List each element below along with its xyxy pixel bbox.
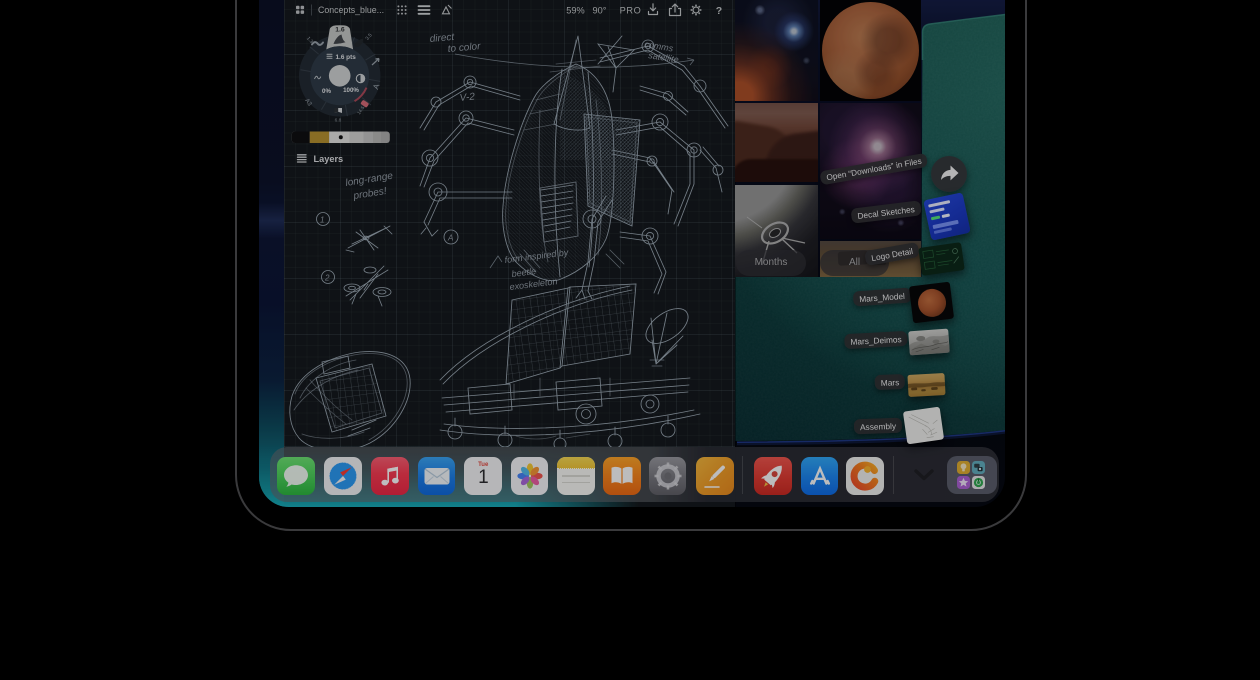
svg-text:Concepts_blue...: Concepts_blue... — [318, 5, 384, 15]
svg-text:exoskeleton: exoskeleton — [509, 276, 558, 292]
svg-text:A: A — [447, 234, 453, 243]
svg-text:probes!: probes! — [352, 186, 388, 202]
svg-text:1.6: 1.6 — [335, 27, 345, 34]
svg-text:beetle: beetle — [511, 266, 537, 279]
svg-text:0%: 0% — [322, 88, 331, 95]
svg-text:3.5: 3.5 — [365, 32, 374, 41]
svg-text:Layers: Layers — [314, 154, 344, 164]
svg-text:PRO: PRO — [620, 5, 642, 15]
svg-text:1: 1 — [320, 216, 324, 225]
svg-text:100%: 100% — [343, 87, 359, 94]
svg-text:90°: 90° — [593, 5, 607, 15]
svg-text:6.8: 6.8 — [335, 118, 342, 124]
svg-text:59%: 59% — [566, 5, 584, 15]
svg-text:2: 2 — [324, 274, 330, 283]
svg-text:1.6 pts: 1.6 pts — [336, 54, 357, 61]
svg-text:?: ? — [716, 5, 722, 17]
